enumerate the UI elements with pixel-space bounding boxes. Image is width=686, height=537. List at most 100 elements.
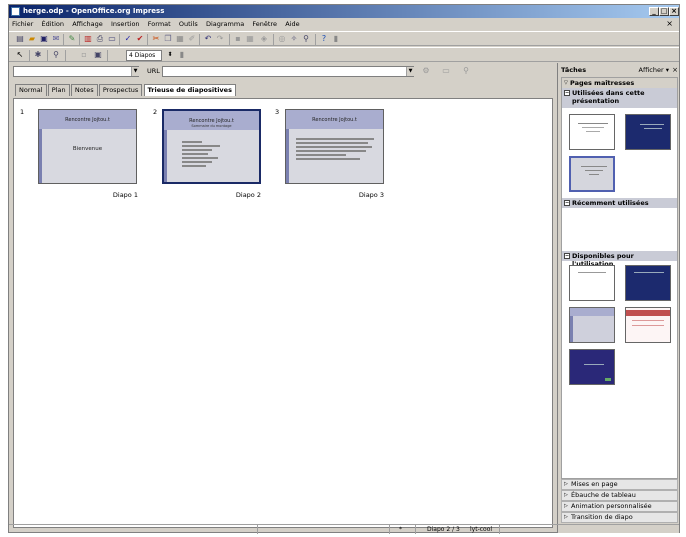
- url-input[interactable]: ▼: [162, 66, 414, 77]
- hyperlink-bar: ▼ URL : ▼ ⚙ ▭ ⚲: [9, 63, 557, 79]
- copy-icon[interactable]: ❐: [163, 34, 173, 44]
- target-frame-icon[interactable]: ▭: [441, 66, 451, 76]
- slides-per-row-field[interactable]: 4 Diapos: [126, 50, 162, 61]
- tab-slide-sorter[interactable]: Trieuse de diapositives: [143, 84, 236, 96]
- slide-sorter-toolbar: ↖ ✱ ⚲ ▫ ▣ 4 Diapos ⬍ ▮: [9, 47, 679, 62]
- slide-label-1: Diapo 1: [112, 191, 138, 199]
- expand-arrow-icon: ▽: [564, 80, 568, 86]
- chevron-down-icon[interactable]: ▼: [131, 67, 139, 76]
- impress-app-icon: [11, 7, 20, 16]
- recent-section-header[interactable]: − Récemment utilisées: [562, 198, 677, 208]
- help-icon[interactable]: ?: [319, 34, 329, 44]
- panel-layouts[interactable]: ▷ Mises en page: [561, 479, 678, 490]
- chevron-down-icon[interactable]: ▼: [406, 67, 414, 76]
- view-tabs: Normal Plan Notes Prospectus Trieuse de …: [15, 84, 236, 96]
- menu-outils[interactable]: Outils: [176, 19, 201, 30]
- format-paintbrush-icon[interactable]: ✐: [187, 34, 197, 44]
- email-icon[interactable]: ✉: [51, 34, 61, 44]
- show-draw-functions-icon[interactable]: ◈: [259, 34, 269, 44]
- menu-affichage[interactable]: Affichage: [69, 19, 106, 30]
- menu-edition[interactable]: Édition: [38, 19, 67, 30]
- slide-subtitle: Sommaire du montage: [191, 124, 232, 128]
- master-pages-header[interactable]: ▽ Pages maîtresses: [562, 78, 677, 88]
- master-thumb-available-5[interactable]: [569, 349, 615, 385]
- table-icon[interactable]: ▦: [245, 34, 255, 44]
- cut-icon[interactable]: ✂: [151, 34, 161, 44]
- expand-arrow-icon: ▷: [564, 514, 568, 520]
- toolbar-separator: [65, 50, 66, 61]
- task-pane-close-button[interactable]: ×: [672, 63, 678, 77]
- link-text-combo[interactable]: ▼: [13, 66, 139, 77]
- hyperlink-icon[interactable]: ◎: [277, 34, 287, 44]
- menu-fichier[interactable]: Fichier: [9, 19, 36, 30]
- task-pane-view-menu[interactable]: Afficher ▾: [639, 63, 669, 77]
- close-document-button[interactable]: ×: [666, 19, 673, 28]
- tab-prospectus[interactable]: Prospectus: [98, 84, 143, 96]
- master-thumb-available-3[interactable]: [569, 307, 615, 343]
- edit-file-icon[interactable]: ✎: [67, 34, 77, 44]
- redo-icon[interactable]: ↷: [215, 34, 225, 44]
- slide-sorter-area: 1 Rencontre Jojtou.t Bienvenue Diapo 1 2…: [13, 98, 553, 528]
- spin-buttons-icon[interactable]: ⬍: [165, 50, 175, 60]
- hide-slide-icon[interactable]: ▣: [93, 50, 103, 60]
- collapse-icon: −: [564, 90, 570, 96]
- slide-show-icon[interactable]: ✱: [33, 50, 43, 60]
- menu-bar: Fichier Édition Affichage Insertion Form…: [9, 19, 679, 30]
- open-folder-icon[interactable]: ▰: [27, 34, 37, 44]
- tab-notes[interactable]: Notes: [70, 84, 98, 96]
- save-icon[interactable]: ▣: [39, 34, 49, 44]
- tab-normal[interactable]: Normal: [15, 84, 47, 96]
- find-icon[interactable]: ⚲: [461, 66, 471, 76]
- toolbar-separator: [47, 50, 48, 61]
- print-preview-icon[interactable]: ▭: [107, 34, 117, 44]
- master-thumb-used-2[interactable]: [625, 114, 671, 150]
- paste-icon[interactable]: ▦: [175, 34, 185, 44]
- slide-thumbnail-3[interactable]: Rencontre Jojtou.t: [285, 109, 384, 184]
- chart-icon[interactable]: ▪: [233, 34, 243, 44]
- menu-format[interactable]: Format: [145, 19, 174, 30]
- slide-transition-icon[interactable]: ▫: [79, 50, 89, 60]
- modified-indicator: *: [399, 526, 402, 533]
- slide-label-3: Diapo 3: [358, 191, 384, 199]
- toolbar-options-icon[interactable]: ▮: [177, 50, 187, 60]
- hyperlink-dialog-icon[interactable]: ⚙: [421, 66, 431, 76]
- zoom-tool-icon[interactable]: ⚲: [51, 50, 61, 60]
- task-pane: Tâches Afficher ▾ × ▽ Pages maîtresses −…: [557, 63, 679, 533]
- spellcheck-icon[interactable]: ✓: [123, 34, 133, 44]
- undo-icon[interactable]: ↶: [203, 34, 213, 44]
- slide-title: Rencontre Jojtou.t: [65, 117, 110, 123]
- panel-table-design[interactable]: ▷ Ébauche de tableau: [561, 490, 678, 501]
- master-thumb-used-3-selected[interactable]: [569, 156, 615, 192]
- export-pdf-icon[interactable]: ▥: [83, 34, 93, 44]
- navigator-icon[interactable]: ✧: [289, 34, 299, 44]
- panel-custom-animation[interactable]: ▷ Animation personnalisée: [561, 501, 678, 512]
- zoom-icon[interactable]: ⚲: [301, 34, 311, 44]
- tab-plan[interactable]: Plan: [47, 84, 70, 96]
- menu-aide[interactable]: Aide: [282, 19, 302, 30]
- maximize-button[interactable]: □: [659, 7, 669, 16]
- master-thumb-used-1[interactable]: [569, 114, 615, 150]
- master-thumb-available-4[interactable]: [625, 307, 671, 343]
- new-document-icon[interactable]: ▤: [15, 34, 25, 44]
- menu-diagramma[interactable]: Diagramma: [203, 19, 247, 30]
- slide-thumbnail-1[interactable]: Rencontre Jojtou.t Bienvenue: [38, 109, 137, 184]
- close-window-button[interactable]: ×: [669, 7, 679, 16]
- slide-side-stripe: [286, 129, 289, 183]
- select-arrow-icon[interactable]: ↖: [15, 50, 25, 60]
- panel-table-design-label: Ébauche de tableau: [571, 491, 636, 499]
- master-thumb-available-2[interactable]: [625, 265, 671, 301]
- print-icon[interactable]: ⎙: [95, 34, 105, 44]
- autospell-icon[interactable]: ✔: [135, 34, 145, 44]
- standard-toolbar: ▤ ▰ ▣ ✉ ✎ ▥ ⎙ ▭ ✓ ✔ ✂ ❐ ▦ ✐ ↶ ↷ ▪ ▦ ◈ ◎ …: [9, 31, 679, 46]
- toolbar-options-icon[interactable]: ▮: [331, 34, 341, 44]
- slide-thumbnail-2[interactable]: Rencontre Jojtou.t Sommaire du montage: [162, 109, 261, 184]
- master-thumb-available-1[interactable]: [569, 265, 615, 301]
- status-divider: [257, 525, 258, 534]
- slide-label-2: Diapo 2: [235, 191, 261, 199]
- menu-insertion[interactable]: Insertion: [108, 19, 143, 30]
- panel-slide-transition[interactable]: ▷ Transition de diapo: [561, 512, 678, 523]
- used-section-header[interactable]: − Utilisées dans cette présentation: [562, 88, 677, 108]
- minimize-button[interactable]: _: [649, 7, 659, 16]
- menu-fenetre[interactable]: Fenêtre: [249, 19, 280, 30]
- available-section-header[interactable]: − Disponibles pour l'utilisation: [562, 251, 677, 268]
